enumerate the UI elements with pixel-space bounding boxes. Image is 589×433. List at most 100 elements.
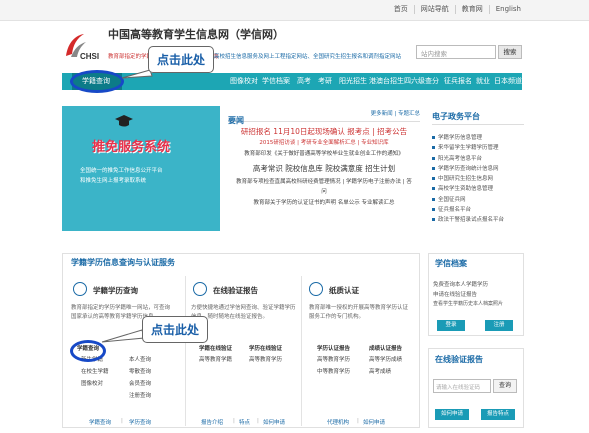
- callout-pointer-bottom: [101, 329, 145, 343]
- xueli-verify-head: 学历在线验证: [249, 346, 283, 352]
- card-online-verify-desc: 方便快捷地通过学信网查询、验证学籍学历: [191, 305, 296, 311]
- news-header: 要闻 更多新闻 | 专题汇总: [228, 108, 420, 125]
- top-link-sitemap[interactable]: 网站导航: [413, 5, 455, 14]
- top-navbar: 首页 网站导航 教育网 English: [0, 0, 589, 21]
- callout-click-here-top: 点击此处: [148, 46, 215, 73]
- gov-item[interactable]: 征兵报名平台: [432, 205, 524, 215]
- archive-line: 免费查询本人学籍学历: [433, 282, 489, 288]
- news-topics-link[interactable]: 专题汇总: [398, 111, 420, 117]
- how-apply-button[interactable]: 如何申请: [435, 409, 469, 420]
- higher-edu-cert-link[interactable]: 高等教育学历: [317, 355, 350, 363]
- card-online-verify-title[interactable]: 在线验证报告: [213, 285, 258, 296]
- top-link-home[interactable]: 首页: [388, 5, 414, 14]
- card-paper-cert-desc: 教育部唯一授权的开展高等教育学历认证: [309, 305, 409, 311]
- footer-sep: |: [121, 418, 123, 424]
- member-query-link[interactable]: 会员查询: [129, 379, 151, 387]
- scattered-query-link[interactable]: 零散查询: [129, 367, 151, 375]
- verify-code-input[interactable]: 请输入在线验证码: [433, 379, 491, 393]
- nav-item-hmt[interactable]: 港澳台招生: [369, 76, 404, 86]
- site-title: 中国高等教育学生信息网（学信网）: [108, 28, 284, 41]
- logo-text: CHSI: [80, 52, 99, 61]
- news-more-link[interactable]: 更多新闻: [371, 111, 393, 117]
- gov-platform-heading: 电子政务平台: [432, 112, 480, 121]
- gaokao-grade-link[interactable]: 高考成绩: [369, 367, 391, 375]
- footer-xueli-query[interactable]: 学历查询: [129, 418, 151, 426]
- archive-heading: 学信档案: [435, 259, 467, 268]
- graduation-cap-icon: [115, 115, 133, 127]
- news-item-1[interactable]: 教育部印发《关于做好普通高等学校毕业生就业创业工作的通知》: [228, 149, 420, 157]
- gov-item[interactable]: 全国征兵网: [432, 195, 524, 205]
- verify-heading: 在线验证报告: [435, 355, 483, 364]
- gov-item[interactable]: 政法干警招录试点报名平台: [432, 215, 524, 225]
- news-item-2[interactable]: 教育部专项检查直属高校科研经费管理情况 | 学籍学历电子注册办法 | 答: [228, 177, 420, 185]
- gov-item[interactable]: 来华留学生学籍学历管理: [432, 143, 524, 153]
- gov-item[interactable]: 学籍学历查询统计信息网: [432, 164, 524, 174]
- archive-line: 查看学生学籍历史本人档案照片: [433, 301, 504, 307]
- register-query-link[interactable]: 注册查询: [129, 391, 151, 399]
- card-divider: [185, 276, 186, 426]
- nav-item-jobs[interactable]: 就业: [476, 76, 490, 86]
- top-link-english[interactable]: English: [488, 5, 527, 14]
- site-search-input[interactable]: 站内搜索: [416, 45, 496, 59]
- nav-item-archive[interactable]: 学信档案: [262, 76, 290, 86]
- card-xueji-desc: 教育部指定的学历学籍唯一网站，可查询: [71, 305, 171, 311]
- news-item-3[interactable]: 教育部关于学历的认证证书的声明 名单公示 专业解读汇总: [228, 198, 420, 206]
- image-check-link[interactable]: 图像校对: [81, 379, 103, 387]
- top-link-edu[interactable]: 教育网: [454, 5, 489, 14]
- report-features-button[interactable]: 报告特点: [481, 409, 515, 420]
- report-icon: [193, 282, 207, 296]
- footer-sep: |: [257, 418, 259, 424]
- verify-query-button[interactable]: 查询: [493, 379, 517, 393]
- archive-register-button[interactable]: 注册: [485, 320, 513, 331]
- xueji-verify-head: 学籍在线验证: [199, 346, 233, 352]
- higher-grade-link[interactable]: 高等学历成绩: [369, 355, 402, 363]
- document-icon: [73, 282, 87, 296]
- news-item-2-cont[interactable]: 问: [228, 187, 420, 195]
- banner-line2: 和推免生网上报考录取系统: [80, 178, 147, 184]
- verify-box: 在线验证报告 请输入在线验证码 查询 如何申请 报告特点: [428, 348, 524, 428]
- grade-cert-head: 成绩认证报告: [369, 346, 403, 352]
- gov-platform-list: 学籍学历信息管理 来华留学生学籍学历管理 阳光高考信息平台 学籍学历查询统计信息…: [432, 133, 524, 226]
- archive-box: 学信档案 免费查询本人学籍学历 申请在线验证报告 查看学生学籍历史本人档案照片 …: [428, 253, 524, 336]
- nav-item-sunshine[interactable]: 阳光招生: [339, 76, 367, 86]
- nav-item-japan[interactable]: 日本频道: [494, 76, 522, 86]
- gov-item[interactable]: 中国研究生招生信息网: [432, 174, 524, 184]
- archive-line: 申请在线验证报告: [433, 292, 478, 298]
- card-paper-cert-desc2: 服务工作的专门机构。: [309, 314, 365, 320]
- gov-item[interactable]: 阳光高考信息平台: [432, 154, 524, 164]
- promo-banner[interactable]: 推免服务系统 全国统一的推免工作信息公开平台 和推免生网上报考录取系统: [62, 106, 220, 231]
- highlight-oval-top: [70, 70, 124, 93]
- gov-item[interactable]: 学籍学历信息管理: [432, 133, 524, 143]
- footer-how-apply-cert[interactable]: 如何申请: [363, 418, 385, 426]
- nav-item-kaoyan[interactable]: 考研: [318, 76, 332, 86]
- archive-login-button[interactable]: 登录: [437, 320, 465, 331]
- footer-report-intro[interactable]: 报告介绍: [201, 418, 223, 426]
- footer-sep: |: [233, 418, 235, 424]
- gov-item[interactable]: 高校学生资助信息管理: [432, 184, 524, 194]
- nav-item-gaokao[interactable]: 高考: [297, 76, 311, 86]
- nav-item-conscription[interactable]: 征兵报名: [444, 76, 472, 86]
- current-student-link[interactable]: 在校生学籍: [81, 367, 109, 375]
- news-headline-2[interactable]: 高考常识 院校信息库 院校满意度 招生计划: [228, 163, 420, 174]
- footer-agencies[interactable]: 代理机构: [327, 418, 349, 426]
- news-subline-1[interactable]: 2015研招访谈 | 考研专业全面解析汇总 | 专业知识库: [228, 138, 420, 146]
- card-paper-cert-title[interactable]: 纸质认证: [329, 285, 359, 296]
- site-search-button[interactable]: 搜索: [498, 45, 522, 59]
- secondary-edu-cert-link[interactable]: 中等教育学历: [317, 367, 350, 375]
- nav-item-image-check[interactable]: 图像校对: [230, 76, 258, 86]
- higher-edu-xueji-link[interactable]: 高等教育学籍: [199, 355, 232, 363]
- section-title: 学籍学历信息查询与认证服务: [71, 258, 175, 267]
- footer-features[interactable]: 特点: [239, 418, 250, 426]
- chsi-logo[interactable]: CHSI: [62, 30, 106, 62]
- xueli-cert-head: 学历认证报告: [317, 346, 351, 352]
- banner-title: 推免服务系统: [92, 140, 171, 155]
- card-divider: [301, 276, 302, 426]
- footer-xueji-query[interactable]: 学籍查询: [89, 418, 111, 426]
- card-xueji-title[interactable]: 学籍学历查询: [93, 285, 138, 296]
- nav-item-cet[interactable]: 四六级查分: [404, 76, 439, 86]
- certificate-icon: [309, 282, 323, 296]
- footer-how-apply[interactable]: 如何申请: [263, 418, 285, 426]
- news-headline-1[interactable]: 研招报名 11月10日起现场确认 报考点 | 招考公告: [228, 126, 420, 137]
- higher-edu-xueli-link[interactable]: 高等教育学历: [249, 355, 282, 363]
- self-query-link[interactable]: 本人查询: [129, 355, 151, 363]
